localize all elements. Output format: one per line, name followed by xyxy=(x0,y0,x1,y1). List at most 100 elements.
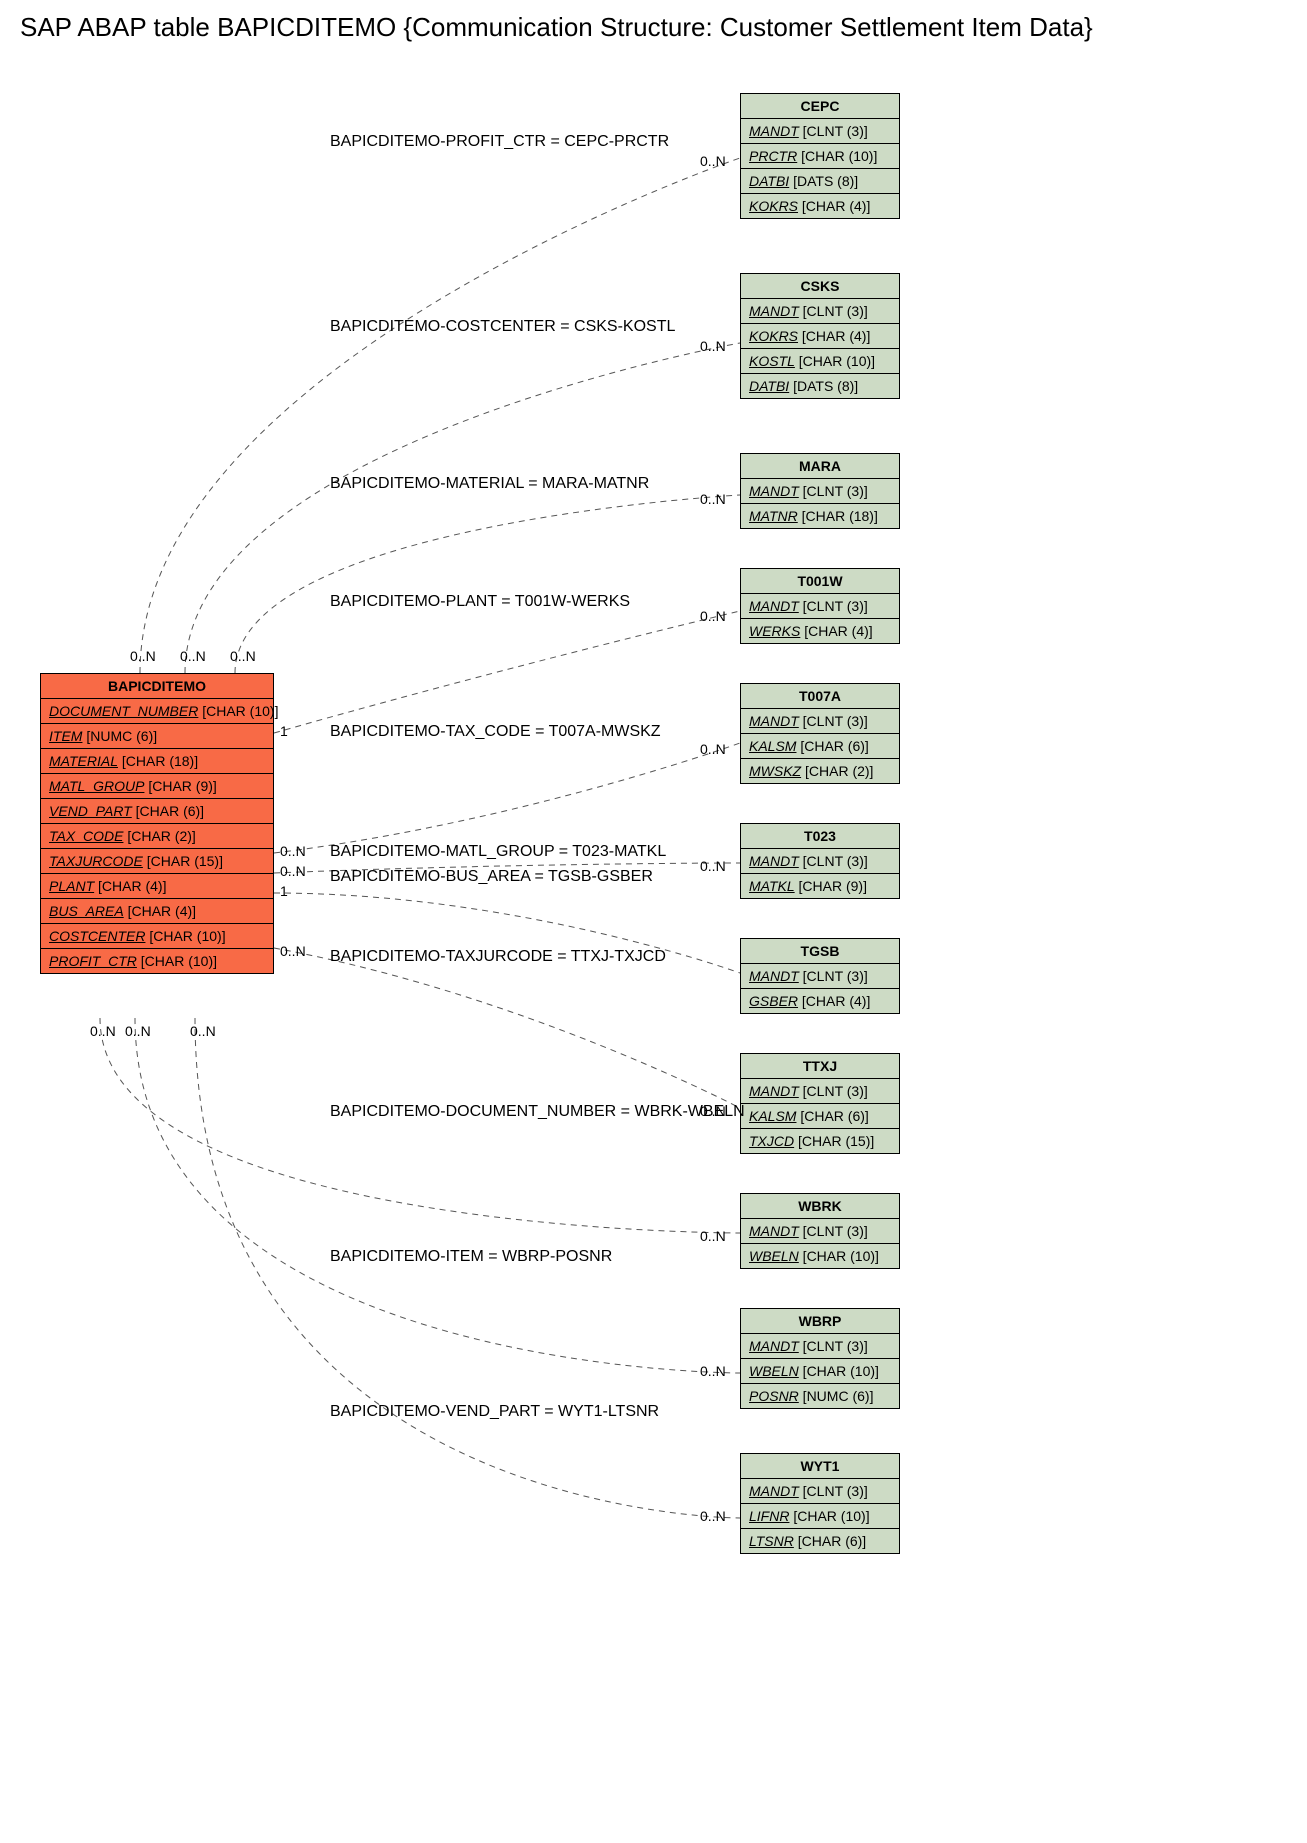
cardinality: 0..N xyxy=(700,491,726,507)
cardinality: 1 xyxy=(280,723,288,739)
field-name: MATKL xyxy=(749,878,795,894)
relation-label: BAPICDITEMO-COSTCENTER = CSKS-KOSTL xyxy=(330,318,675,336)
entity-header: MARA xyxy=(741,454,899,479)
field-name: TXJCD xyxy=(749,1133,794,1149)
entity-field: MANDT [CLNT (3)] xyxy=(741,594,899,619)
field-name: MANDT xyxy=(749,713,799,729)
field-name: MATNR xyxy=(749,508,798,524)
field-name: WBELN xyxy=(749,1363,799,1379)
entity-field: TAX_CODE [CHAR (2)] xyxy=(41,824,273,849)
field-type: [CHAR (10)] xyxy=(799,1363,879,1379)
relation-label: BAPICDITEMO-PROFIT_CTR = CEPC-PRCTR xyxy=(330,133,669,151)
field-name: MANDT xyxy=(749,1338,799,1354)
field-type: [CLNT (3)] xyxy=(799,1338,868,1354)
cardinality: 0..N xyxy=(700,608,726,624)
entity-field: LIFNR [CHAR (10)] xyxy=(741,1504,899,1529)
entity-field: PRCTR [CHAR (10)] xyxy=(741,144,899,169)
field-name: COSTCENTER xyxy=(49,928,145,944)
field-type: [CHAR (6)] xyxy=(132,803,204,819)
field-name: LTSNR xyxy=(749,1533,794,1549)
entity-wbrk: WBRKMANDT [CLNT (3)]WBELN [CHAR (10)] xyxy=(740,1193,900,1269)
field-type: [CHAR (9)] xyxy=(144,778,216,794)
field-name: MANDT xyxy=(749,1223,799,1239)
entity-field: KOKRS [CHAR (4)] xyxy=(741,324,899,349)
field-name: ITEM xyxy=(49,728,82,744)
field-type: [DATS (8)] xyxy=(789,378,858,394)
relation-label: BAPICDITEMO-TAXJURCODE = TTXJ-TXJCD xyxy=(330,948,666,966)
field-type: [CHAR (4)] xyxy=(800,623,872,639)
cardinality: 0..N xyxy=(125,1023,151,1039)
entity-field: LTSNR [CHAR (6)] xyxy=(741,1529,899,1553)
cardinality: 0..N xyxy=(700,858,726,874)
entity-field: GSBER [CHAR (4)] xyxy=(741,989,899,1013)
field-type: [CHAR (10)] xyxy=(799,1248,879,1264)
entity-bapicditemo: BAPICDITEMO DOCUMENT_NUMBER [CHAR (10)] I… xyxy=(40,673,274,974)
entity-field: MANDT [CLNT (3)] xyxy=(741,479,899,504)
entity-field: WERKS [CHAR (4)] xyxy=(741,619,899,643)
entity-field: PLANT [CHAR (4)] xyxy=(41,874,273,899)
field-name: KALSM xyxy=(749,1108,796,1124)
entity-field: VEND_PART [CHAR (6)] xyxy=(41,799,273,824)
field-type: [CLNT (3)] xyxy=(799,1083,868,1099)
entity-field: BUS_AREA [CHAR (4)] xyxy=(41,899,273,924)
entity-field: MANDT [CLNT (3)] xyxy=(741,964,899,989)
entity-t007a: T007AMANDT [CLNT (3)]KALSM [CHAR (6)]MWS… xyxy=(740,683,900,784)
field-type: [CLNT (3)] xyxy=(799,1483,868,1499)
entity-field: WBELN [CHAR (10)] xyxy=(741,1359,899,1384)
entity-header: WBRK xyxy=(741,1194,899,1219)
entity-field: MANDT [CLNT (3)] xyxy=(741,119,899,144)
cardinality: 0..N xyxy=(700,1363,726,1379)
field-type: [CHAR (10)] xyxy=(795,353,875,369)
relation-label: BAPICDITEMO-TAX_CODE = T007A-MWSKZ xyxy=(330,723,661,741)
entity-field: WBELN [CHAR (10)] xyxy=(741,1244,899,1268)
entity-header: T023 xyxy=(741,824,899,849)
field-type: [NUMC (6)] xyxy=(82,728,157,744)
relation-label: BAPICDITEMO-ITEM = WBRP-POSNR xyxy=(330,1248,612,1266)
er-diagram: BAPICDITEMO DOCUMENT_NUMBER [CHAR (10)] I… xyxy=(20,63,1220,1803)
field-type: [CHAR (4)] xyxy=(94,878,166,894)
field-name: PROFIT_CTR xyxy=(49,953,137,969)
cardinality: 0..N xyxy=(230,648,256,664)
field-name: PRCTR xyxy=(749,148,797,164)
field-name: WBELN xyxy=(749,1248,799,1264)
entity-ttxj: TTXJMANDT [CLNT (3)]KALSM [CHAR (6)]TXJC… xyxy=(740,1053,900,1154)
field-name: PLANT xyxy=(49,878,94,894)
entity-field: COSTCENTER [CHAR (10)] xyxy=(41,924,273,949)
entity-field: MANDT [CLNT (3)] xyxy=(741,1479,899,1504)
field-type: [CLNT (3)] xyxy=(799,713,868,729)
field-type: [DATS (8)] xyxy=(789,173,858,189)
relation-label: BAPICDITEMO-MATERIAL = MARA-MATNR xyxy=(330,475,649,493)
entity-field: KALSM [CHAR (6)] xyxy=(741,1104,899,1129)
cardinality: 0..N xyxy=(130,648,156,664)
field-name: KOKRS xyxy=(749,198,798,214)
field-name: TAXJURCODE xyxy=(49,853,143,869)
cardinality: 0..N xyxy=(700,338,726,354)
field-name: TAX_CODE xyxy=(49,828,123,844)
cardinality: 0..N xyxy=(700,153,726,169)
field-type: [CHAR (10)] xyxy=(145,928,225,944)
field-type: [CHAR (18)] xyxy=(118,753,198,769)
field-name: WERKS xyxy=(749,623,800,639)
entity-field: MATNR [CHAR (18)] xyxy=(741,504,899,528)
field-name: KOSTL xyxy=(749,353,795,369)
entity-csks: CSKSMANDT [CLNT (3)]KOKRS [CHAR (4)]KOST… xyxy=(740,273,900,399)
field-type: [CHAR (6)] xyxy=(794,1533,866,1549)
field-name: MANDT xyxy=(749,303,799,319)
relation-label: BAPICDITEMO-PLANT = T001W-WERKS xyxy=(330,593,630,611)
relation-label: BAPICDITEMO-BUS_AREA = TGSB-GSBER xyxy=(330,868,653,886)
field-name: DATBI xyxy=(749,173,789,189)
relation-label: BAPICDITEMO-MATL_GROUP = T023-MATKL xyxy=(330,843,666,861)
field-type: [CHAR (6)] xyxy=(796,1108,868,1124)
entity-wbrp: WBRPMANDT [CLNT (3)]WBELN [CHAR (10)]POS… xyxy=(740,1308,900,1409)
entity-wyt1: WYT1MANDT [CLNT (3)]LIFNR [CHAR (10)]LTS… xyxy=(740,1453,900,1554)
entity-t023: T023MANDT [CLNT (3)]MATKL [CHAR (9)] xyxy=(740,823,900,899)
entity-field: ITEM [NUMC (6)] xyxy=(41,724,273,749)
entity-header: BAPICDITEMO xyxy=(41,674,273,699)
field-type: [CHAR (4)] xyxy=(798,328,870,344)
entity-header: CSKS xyxy=(741,274,899,299)
field-name: DOCUMENT_NUMBER xyxy=(49,703,198,719)
field-type: [CHAR (15)] xyxy=(794,1133,874,1149)
field-name: MANDT xyxy=(749,123,799,139)
cardinality: 0..N xyxy=(700,741,726,757)
entity-field: MANDT [CLNT (3)] xyxy=(741,1334,899,1359)
